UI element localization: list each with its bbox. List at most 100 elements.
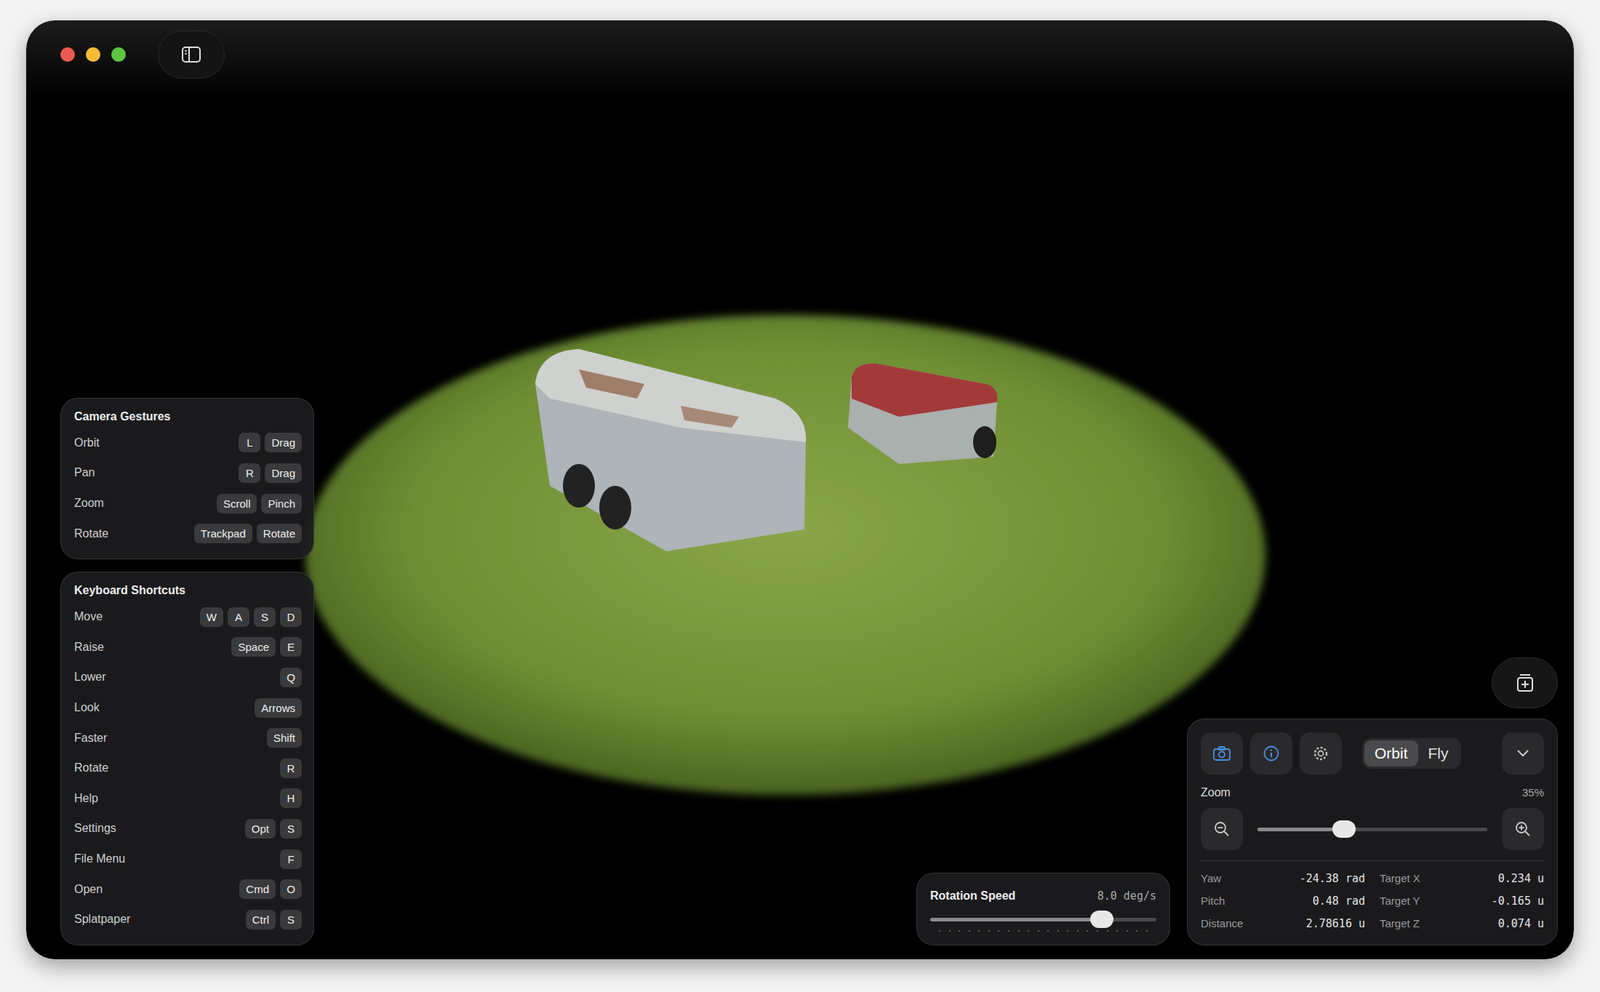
readout-row: Yaw -24.38 rad [1200,866,1366,890]
shortcut-label: Look [74,701,100,715]
key-chip: Cmd [239,879,276,899]
rotation-speed-panel: Rotation Speed 8.0 deg/s [916,872,1171,946]
shortcut-row: Splatpaper CtrlS [74,904,302,935]
key-group: R [280,758,302,779]
shortcut-label: Raise [74,640,104,654]
key-chip: S [253,607,276,627]
shortcut-row: Faster Shift [74,722,302,754]
slider-thumb[interactable] [1332,820,1356,838]
shortcut-row: File Menu F [74,843,302,875]
help-panels: Camera Gestures Orbit LDragPan RDragZoom… [60,397,315,946]
readout-row: Distance 2.78616 u [1200,912,1366,935]
readout-value: -24.38 rad [1299,872,1366,886]
readout-row: Target Y -0.165 u [1379,889,1544,912]
key-chip: Trackpad [194,523,253,544]
shortcut-row: Settings OptS [74,813,302,845]
title-bar [60,30,225,79]
rotation-speed-reading: 8.0 deg/s [1097,889,1157,903]
key-chip: Opt [245,818,276,839]
key-group: Shift [266,728,302,748]
key-chip: F [280,849,302,870]
key-group: LDrag [238,432,302,453]
key-chip: Scroll [216,493,258,514]
chevron-down-icon [1515,749,1531,758]
shortcut-row: Pan RDrag [74,458,302,489]
key-group: H [280,788,302,808]
key-chip: S [280,909,302,930]
key-chip: D [280,607,302,627]
key-chip: H [280,788,302,808]
shortcut-row: Rotate R [74,752,302,784]
readout-label: Target Y [1379,894,1421,907]
shortcut-label: Splatpaper [74,912,131,926]
key-chip: E [280,637,302,657]
key-group: RDrag [238,463,302,483]
zoom-in-icon [1514,820,1532,838]
key-chip: W [200,607,224,627]
mode-switch: OrbitFly [1362,738,1462,769]
info-tool-button[interactable] [1250,732,1293,775]
shortcut-label: Settings [74,821,117,835]
key-group: ScrollPinch [216,493,302,514]
close-button[interactable] [60,47,75,62]
collapse-button[interactable] [1501,732,1544,775]
slider-thumb[interactable] [1090,910,1114,928]
shortcut-label: Move [74,610,103,624]
key-group: WASD [200,607,302,627]
readout-value: -0.165 u [1491,894,1544,908]
key-chip: Rotate [256,523,302,544]
rotation-speed-slider[interactable] [930,909,1157,929]
app-window: Camera Gestures Orbit LDragPan RDragZoom… [26,20,1574,960]
readout-label: Yaw [1200,872,1222,885]
key-chip: Q [280,667,302,688]
zoom-reading: 35% [1522,786,1544,800]
key-group: Arrows [254,698,302,718]
shortcut-label: File Menu [74,852,126,866]
shortcut-row: Move WASD [74,601,302,632]
mode-option[interactable]: Orbit [1364,740,1419,767]
zoom-label: Zoom [1200,786,1231,800]
settings-tool-button[interactable] [1299,732,1342,775]
readout-label: Target Z [1379,917,1420,930]
zoom-slider[interactable] [1257,819,1488,839]
shortcut-label: Rotate [74,761,109,775]
key-group: TrackpadRotate [194,523,302,544]
readout-value: 0.234 u [1498,872,1544,886]
key-chip: R [238,463,261,483]
view-panel: OrbitFly Zoom 35% Yaw -24.38 radTarget X… [1186,718,1558,946]
shortcut-label: Zoom [74,496,104,510]
sidebar-toggle-button[interactable] [157,30,225,79]
rotation-speed-label: Rotation Speed [930,889,1016,903]
zoom-button[interactable] [111,47,126,62]
shortcut-row: Help H [74,783,302,814]
key-group: CmdO [239,879,302,899]
key-chip: Shift [266,728,302,748]
camera-tool-button[interactable] [1200,732,1243,775]
key-chip: O [280,879,302,899]
shortcut-row: Lower Q [74,662,302,694]
traffic-lights [60,47,126,62]
shortcut-row: Open CmdO [74,874,302,905]
zoom-out-button[interactable] [1200,808,1243,851]
camera-icon [1212,745,1232,762]
key-chip: Space [231,637,276,657]
controls-area: Rotation Speed 8.0 deg/s OrbitFly Zoom 3… [916,657,1558,946]
mode-option[interactable]: Fly [1418,740,1459,767]
shortcut-row: Look Arrows [74,692,302,723]
minimize-button[interactable] [85,47,101,62]
shortcut-panel: Keyboard Shortcuts Move WASDRaise SpaceE… [60,571,315,946]
readout-row: Pitch 0.48 rad [1200,889,1366,912]
readout-value: 0.074 u [1498,917,1544,931]
key-chip: Pinch [261,493,302,514]
panel-title: Camera Gestures [74,410,302,424]
desktop: Camera Gestures Orbit LDragPan RDragZoom… [0,0,1600,992]
shortcut-label: Pan [74,466,95,480]
shortcut-row: Orbit LDrag [74,427,302,459]
splatpaper-button[interactable] [1491,657,1558,709]
key-group: F [280,849,302,870]
shortcut-row: Rotate TrackpadRotate [74,518,302,550]
shortcut-row: Raise SpaceE [74,632,302,663]
zoom-in-button[interactable] [1501,808,1544,851]
key-chip: L [238,432,261,453]
key-group: SpaceE [231,637,302,657]
